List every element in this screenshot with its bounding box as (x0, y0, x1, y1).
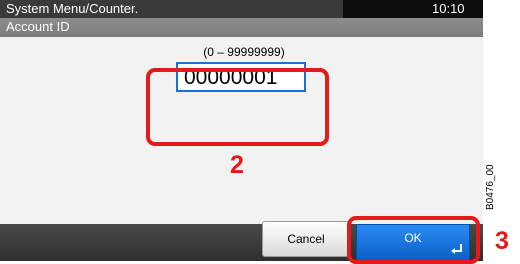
screen-header: Account ID (0, 18, 483, 37)
figure-reference-code: B0476_00 (485, 164, 496, 210)
status-time: 10:10 (432, 1, 465, 16)
cancel-button[interactable]: Cancel (262, 221, 350, 257)
callout-number-2: 2 (230, 151, 244, 179)
page-title: Account ID (6, 19, 70, 34)
status-title-box: System Menu/Counter. (0, 0, 343, 18)
range-label: (0 – 99999999) (203, 45, 285, 59)
status-bar: System Menu/Counter. 10:10 (0, 0, 483, 18)
callout-box-step-3 (347, 216, 480, 264)
callout-box-step-2 (146, 68, 329, 146)
callout-number-3: 3 (495, 227, 509, 255)
status-title: System Menu/Counter. (6, 1, 139, 16)
